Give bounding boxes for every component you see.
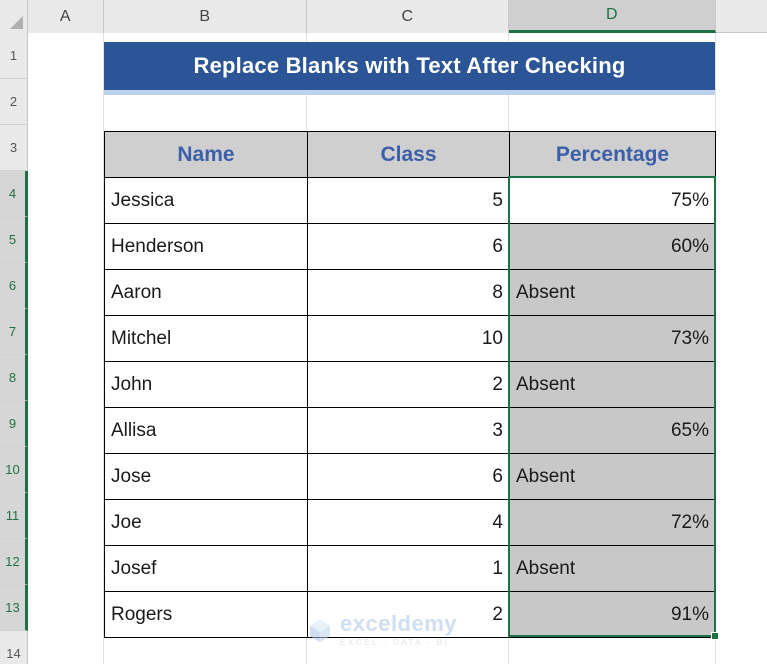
cell-name[interactable]: Mitchel — [104, 315, 308, 362]
row-header-8[interactable]: 8 — [0, 355, 28, 401]
cell-percentage[interactable]: 72% — [509, 499, 716, 546]
row-header-10[interactable]: 10 — [0, 447, 28, 493]
table-row: Jessica 5 75% — [104, 177, 716, 224]
cell-percentage[interactable]: Absent — [509, 545, 716, 592]
cell-percentage[interactable]: 91% — [509, 591, 716, 638]
row-header-3[interactable]: 3 — [0, 125, 28, 171]
data-table: Name Class Percentage Jessica 5 75% Hend… — [104, 131, 716, 638]
row-header-4[interactable]: 4 — [0, 171, 28, 217]
column-header-a[interactable]: A — [28, 0, 104, 33]
row-header-1[interactable]: 1 — [0, 33, 28, 79]
table-row: John 2 Absent — [104, 361, 716, 408]
column-header-percentage[interactable]: Percentage — [509, 131, 716, 178]
cell-class[interactable]: 10 — [307, 315, 510, 362]
cell-percentage[interactable]: 73% — [509, 315, 716, 362]
cell-class[interactable]: 1 — [307, 545, 510, 592]
cell-class[interactable]: 6 — [307, 453, 510, 500]
cell-name[interactable]: Joe — [104, 499, 308, 546]
column-header-d[interactable]: D — [509, 0, 716, 33]
cell-name[interactable]: Josef — [104, 545, 308, 592]
column-header-class[interactable]: Class — [307, 131, 510, 178]
table-row: Jose 6 Absent — [104, 453, 716, 500]
select-all-corner[interactable] — [0, 0, 28, 33]
cell-percentage[interactable]: 75% — [509, 177, 716, 224]
table-row: Mitchel 10 73% — [104, 315, 716, 362]
sheet-title-banner[interactable]: Replace Blanks with Text After Checking — [104, 42, 715, 90]
table-row: Joe 4 72% — [104, 499, 716, 546]
corner-triangle-icon — [10, 16, 23, 29]
cell-class[interactable]: 8 — [307, 269, 510, 316]
row-header-12[interactable]: 12 — [0, 539, 28, 585]
title-underline-accent — [104, 90, 715, 95]
cell-percentage[interactable]: Absent — [509, 453, 716, 500]
cell-name[interactable]: Aaron — [104, 269, 308, 316]
row-header-14[interactable]: 14 — [0, 631, 28, 664]
column-header-name[interactable]: Name — [104, 131, 308, 178]
row-header-strip: 1 2 3 4 5 6 7 8 9 10 11 12 13 14 — [0, 33, 28, 664]
cell-class[interactable]: 5 — [307, 177, 510, 224]
cell-class[interactable]: 6 — [307, 223, 510, 270]
fill-handle[interactable] — [711, 632, 719, 640]
cell-percentage[interactable]: 60% — [509, 223, 716, 270]
column-header-b[interactable]: B — [104, 0, 307, 33]
column-header-c[interactable]: C — [307, 0, 509, 33]
table-row: Allisa 3 65% — [104, 407, 716, 454]
table-header-row: Name Class Percentage — [104, 131, 716, 178]
cell-percentage[interactable]: Absent — [509, 361, 716, 408]
cell-name[interactable]: Allisa — [104, 407, 308, 454]
cell-class[interactable]: 3 — [307, 407, 510, 454]
row-header-11[interactable]: 11 — [0, 493, 28, 539]
page-title: Replace Blanks with Text After Checking — [193, 53, 626, 78]
cell-class[interactable]: 2 — [307, 361, 510, 408]
table-row: Henderson 6 60% — [104, 223, 716, 270]
cell-name[interactable]: Jose — [104, 453, 308, 500]
row-header-13[interactable]: 13 — [0, 585, 28, 631]
cell-percentage[interactable]: 65% — [509, 407, 716, 454]
spreadsheet-canvas: A B C D 1 2 3 4 5 6 7 8 9 10 11 12 13 14… — [0, 0, 767, 664]
cell-class[interactable]: 4 — [307, 499, 510, 546]
cell-percentage[interactable]: Absent — [509, 269, 716, 316]
table-row: Aaron 8 Absent — [104, 269, 716, 316]
cell-name[interactable]: Rogers — [104, 591, 308, 638]
cell-class[interactable]: 2 — [307, 591, 510, 638]
cell-name[interactable]: John — [104, 361, 308, 408]
row-header-2[interactable]: 2 — [0, 79, 28, 125]
row-header-6[interactable]: 6 — [0, 263, 28, 309]
cell-name[interactable]: Jessica — [104, 177, 308, 224]
column-header-strip: A B C D — [0, 0, 767, 33]
row-header-5[interactable]: 5 — [0, 217, 28, 263]
row-header-9[interactable]: 9 — [0, 401, 28, 447]
watermark-tagline: EXCEL - DATA - BI — [340, 637, 450, 647]
table-row: Rogers 2 91% — [104, 591, 716, 638]
row-header-7[interactable]: 7 — [0, 309, 28, 355]
cell-name[interactable]: Henderson — [104, 223, 308, 270]
table-row: Josef 1 Absent — [104, 545, 716, 592]
